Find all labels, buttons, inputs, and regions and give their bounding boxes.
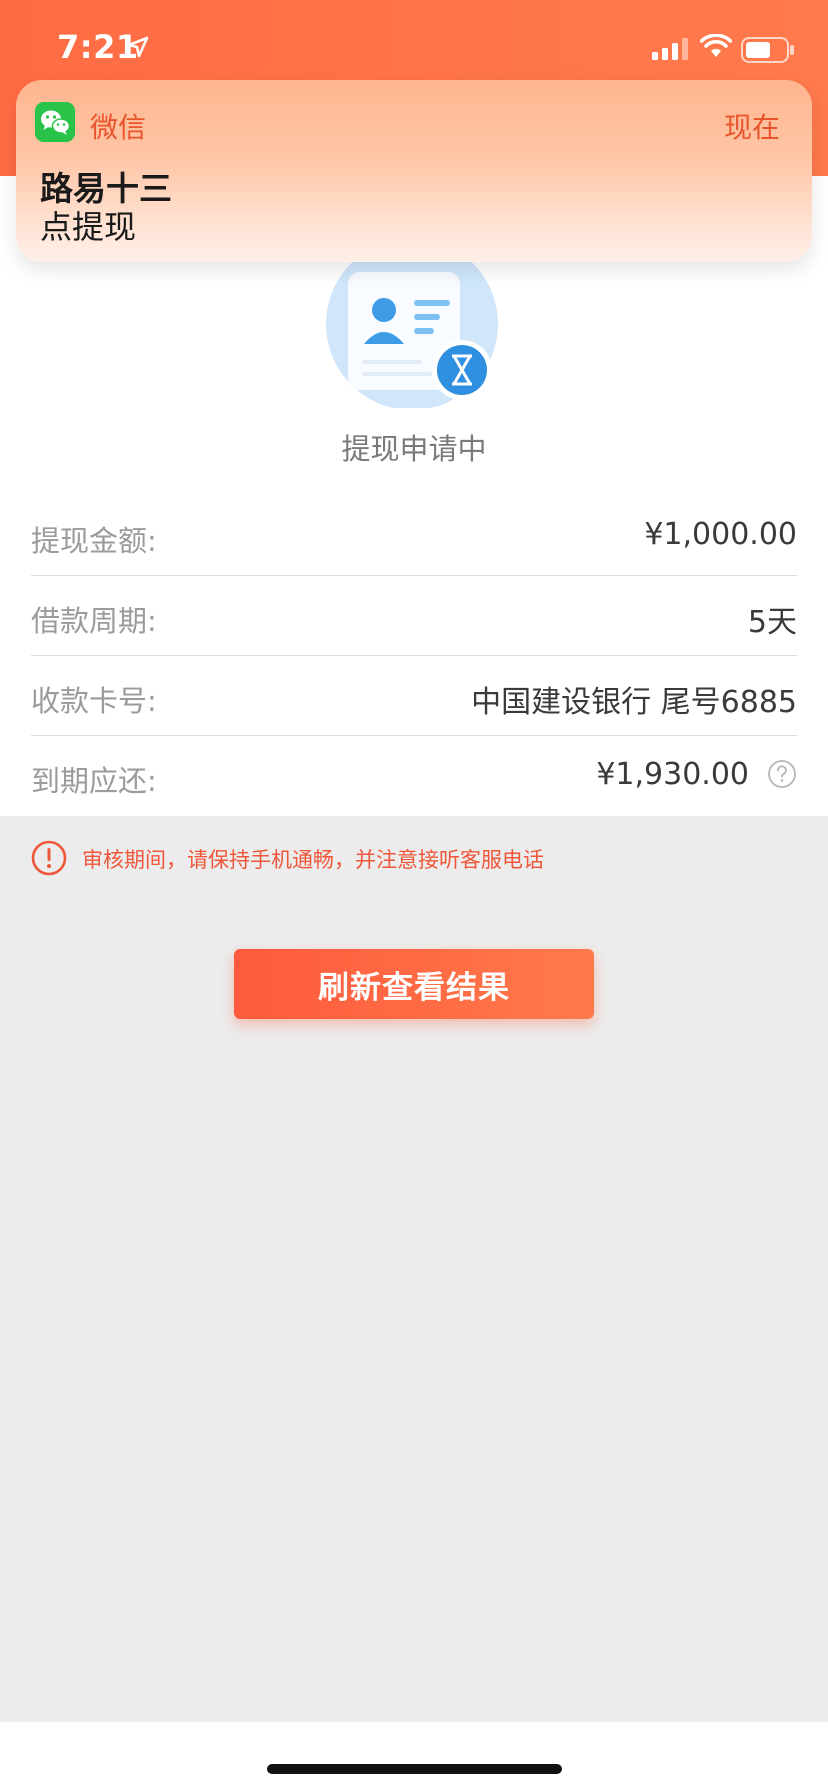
detail-value: 中国建设银行 尾号6885: [471, 685, 797, 720]
notification-time: 现在: [723, 111, 780, 144]
location-arrow-icon: [127, 36, 149, 58]
detail-label: 提现金额:: [31, 524, 157, 558]
wechat-notification[interactable]: 微信 现在 路易十三 点提现: [16, 80, 812, 262]
refresh-result-button[interactable]: 刷新查看结果: [234, 949, 594, 1019]
withdraw-status-card: 提现申请中 提现金额: ¥1,000.00 借款周期: 5天 收款卡号: 中国建…: [0, 176, 828, 816]
detail-list: 提现金额: ¥1,000.00 借款周期: 5天 收款卡号: 中国建设银行 尾号…: [0, 496, 828, 816]
detail-value: ¥1,930.00: [596, 757, 749, 792]
detail-label: 借款周期:: [31, 604, 157, 638]
battery-icon: [741, 37, 794, 63]
bottom-area: [0, 1722, 828, 1792]
detail-row-card: 收款卡号: 中国建设银行 尾号6885: [31, 656, 797, 736]
detail-value: 5天: [747, 605, 797, 640]
detail-row-period: 借款周期: 5天: [31, 576, 797, 656]
home-indicator[interactable]: [267, 1764, 562, 1774]
detail-label: 到期应还:: [31, 764, 157, 798]
wifi-icon: [700, 34, 732, 57]
cellular-signal-icon: [652, 38, 688, 60]
wechat-icon: [35, 102, 75, 142]
notification-body: 点提现: [40, 208, 137, 246]
notice-text: 审核期间，请保持手机通畅，并注意接听客服电话: [82, 848, 544, 872]
info-circle-icon: [31, 840, 67, 876]
detail-value: ¥1,000.00: [644, 517, 797, 552]
detail-row-amount: 提现金额: ¥1,000.00: [31, 496, 797, 576]
id-card-hourglass-icon: [326, 258, 498, 408]
status-title: 提现申请中: [341, 432, 487, 466]
question-circle-icon[interactable]: [767, 759, 797, 789]
detail-label: 收款卡号:: [31, 684, 157, 718]
notification-app-name: 微信: [90, 111, 147, 144]
detail-row-due: 到期应还: ¥1,930.00: [31, 736, 797, 816]
screen: 7:21 提现申请中 提现金额: ¥1,000.00 借款周期: 5天 收款卡号…: [0, 0, 828, 1792]
